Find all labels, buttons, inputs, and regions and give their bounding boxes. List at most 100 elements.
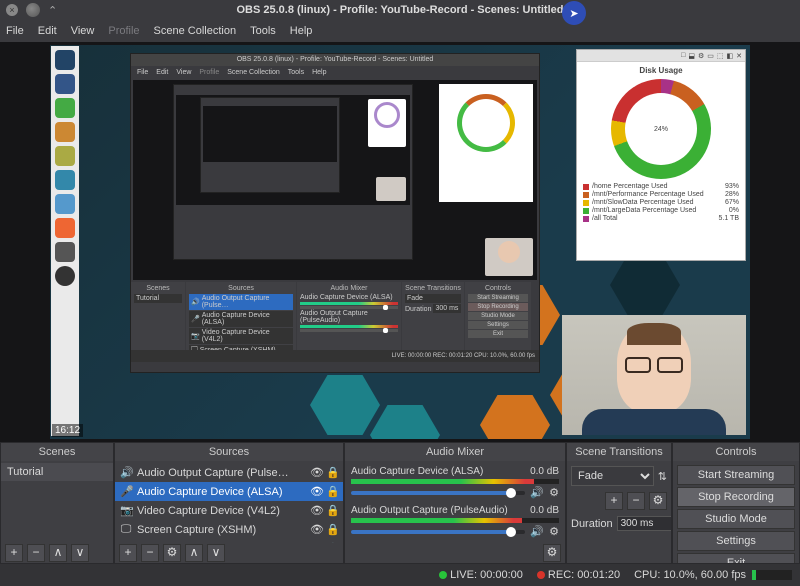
- volume-slider[interactable]: [351, 491, 525, 495]
- source-label: Screen Capture (XSHM): [137, 524, 256, 536]
- live-dot-icon: [439, 571, 447, 579]
- menu-scene-collection[interactable]: Scene Collection: [154, 25, 237, 37]
- speaker-icon[interactable]: 🔊: [530, 525, 544, 538]
- nested-webcam: [485, 238, 533, 276]
- dock-app-icon[interactable]: [55, 122, 75, 142]
- dock-app-icon[interactable]: [55, 242, 75, 262]
- dock-app-icon[interactable]: [55, 50, 75, 70]
- dock-app-icon[interactable]: [55, 146, 75, 166]
- menu-profile[interactable]: Profile: [108, 25, 139, 37]
- start-streaming-button[interactable]: Start Streaming: [677, 465, 795, 485]
- source-item[interactable]: 🔊 Audio Output Capture (Pulse… 👁 🔒: [115, 463, 343, 482]
- audio-mixer-panel: Audio Mixer Audio Capture Device (ALSA) 0…: [344, 442, 566, 564]
- exit-button[interactable]: Exit: [677, 553, 795, 563]
- controls-header: Controls: [673, 443, 799, 461]
- source-type-icon: 📷: [120, 504, 132, 517]
- visibility-toggle-icon[interactable]: 👁: [310, 523, 322, 536]
- visibility-toggle-icon[interactable]: 👁: [310, 504, 322, 517]
- menu-view[interactable]: View: [71, 25, 95, 37]
- remove-transition-button[interactable]: −: [627, 492, 645, 510]
- transition-select[interactable]: Fade: [571, 466, 654, 486]
- webcam-overlay: [562, 315, 746, 435]
- level-meter: [351, 479, 559, 484]
- window-close-icon[interactable]: ×: [6, 4, 18, 16]
- menu-tools[interactable]: Tools: [250, 25, 276, 37]
- window-title: OBS 25.0.8 (linux) - Profile: YouTube-Re…: [0, 4, 800, 16]
- add-scene-button[interactable]: +: [5, 544, 23, 562]
- scene-up-button[interactable]: ∧: [49, 544, 67, 562]
- controls-panel: Controls Start Streaming Stop Recording …: [672, 442, 800, 564]
- source-type-icon: 🖵: [120, 523, 132, 536]
- visibility-toggle-icon[interactable]: 👁: [310, 466, 322, 479]
- dock-app-icon[interactable]: [55, 98, 75, 118]
- source-label: Audio Output Capture (Pulse…: [137, 467, 289, 479]
- studio-mode-button[interactable]: Studio Mode: [677, 509, 795, 529]
- source-label: Video Capture Device (V4L2): [137, 505, 280, 517]
- source-item[interactable]: 🖵 Screen Capture (XSHM) 👁 🔒: [115, 520, 343, 539]
- dock-obs-icon[interactable]: [55, 266, 75, 286]
- nested-titlebar: OBS 25.0.8 (linux) - Profile: YouTube-Re…: [131, 54, 539, 66]
- dock-app-icon[interactable]: [55, 218, 75, 238]
- track-name: Audio Output Capture (PulseAudio): [351, 505, 508, 516]
- sources-panel: Sources 🔊 Audio Output Capture (Pulse… 👁…: [114, 442, 344, 564]
- source-item[interactable]: 📷 Video Capture Device (V4L2) 👁 🔒: [115, 501, 343, 520]
- lock-toggle-icon[interactable]: 🔒: [326, 504, 338, 517]
- live-status: LIVE: 00:00:00: [439, 569, 523, 581]
- rec-status: REC: 00:01:20: [537, 569, 620, 581]
- menu-help[interactable]: Help: [290, 25, 313, 37]
- visibility-toggle-icon[interactable]: 👁: [310, 485, 322, 498]
- add-source-button[interactable]: +: [119, 544, 137, 562]
- speaker-icon[interactable]: 🔊: [530, 486, 544, 499]
- track-db: 0.0 dB: [530, 505, 559, 516]
- dock-app-icon[interactable]: [55, 170, 75, 190]
- dock-clock: 16:12: [52, 424, 83, 437]
- cpu-bar-icon: [752, 570, 792, 580]
- scene-down-button[interactable]: ∨: [71, 544, 89, 562]
- source-item[interactable]: 🎤 Audio Capture Device (ALSA) 👁 🔒: [115, 482, 343, 501]
- scenes-header: Scenes: [1, 443, 113, 461]
- duration-input[interactable]: [617, 516, 671, 531]
- menu-edit[interactable]: Edit: [38, 25, 57, 37]
- caret-up-icon[interactable]: ⌃: [48, 4, 57, 17]
- track-db: 0.0 dB: [530, 466, 559, 477]
- source-down-button[interactable]: ∨: [207, 544, 225, 562]
- mixer-header: Audio Mixer: [345, 443, 565, 461]
- scenes-panel: Scenes Tutorial + − ∧ ∨: [0, 442, 114, 564]
- dock-app-icon[interactable]: [55, 194, 75, 214]
- disk-usage-window: □⬓⚙▭⬚◧✕ Disk Usage /home Percentage Used…: [576, 49, 746, 261]
- titlebar: × ⌃ OBS 25.0.8 (linux) - Profile: YouTub…: [0, 0, 800, 20]
- obs-logo-icon: [26, 3, 40, 17]
- track-name: Audio Capture Device (ALSA): [351, 466, 483, 477]
- lock-toggle-icon[interactable]: 🔒: [326, 523, 338, 536]
- disk-chart-icon: [611, 79, 711, 179]
- nested-menubar: FileEditViewProfileScene CollectionTools…: [131, 66, 539, 78]
- source-up-button[interactable]: ∧: [185, 544, 203, 562]
- rec-dot-icon: [537, 571, 545, 579]
- track-settings-icon[interactable]: ⚙: [549, 486, 559, 499]
- lock-toggle-icon[interactable]: 🔒: [326, 485, 338, 498]
- level-meter: [351, 518, 559, 523]
- track-settings-icon[interactable]: ⚙: [549, 525, 559, 538]
- source-properties-button[interactable]: ⚙: [163, 544, 181, 562]
- nested-obs-window: OBS 25.0.8 (linux) - Profile: YouTube-Re…: [130, 53, 540, 373]
- sources-header: Sources: [115, 443, 343, 461]
- menubar: File Edit View Profile Scene Collection …: [0, 20, 800, 42]
- menu-file[interactable]: File: [6, 25, 24, 37]
- lock-toggle-icon[interactable]: 🔒: [326, 466, 338, 479]
- stop-recording-button[interactable]: Stop Recording: [677, 487, 795, 507]
- settings-button[interactable]: Settings: [677, 531, 795, 551]
- dock-app-icon[interactable]: [55, 74, 75, 94]
- transition-updown-icon[interactable]: ⇅: [658, 470, 667, 483]
- cpu-status: CPU: 10.0%, 60.00 fps: [634, 569, 792, 581]
- dock-panel: [51, 46, 79, 436]
- transition-properties-button[interactable]: ⚙: [649, 492, 667, 510]
- scene-item[interactable]: Tutorial: [1, 463, 113, 481]
- volume-slider[interactable]: [351, 530, 525, 534]
- preview-canvas[interactable]: 16:12 OBS 25.0.8 (linux) - Profile: YouT…: [50, 45, 750, 439]
- remove-source-button[interactable]: −: [141, 544, 159, 562]
- preview-area[interactable]: 16:12 OBS 25.0.8 (linux) - Profile: YouT…: [0, 42, 800, 442]
- disk-title: Disk Usage: [577, 66, 745, 75]
- add-transition-button[interactable]: +: [605, 492, 623, 510]
- mixer-settings-button[interactable]: ⚙: [543, 544, 561, 562]
- remove-scene-button[interactable]: −: [27, 544, 45, 562]
